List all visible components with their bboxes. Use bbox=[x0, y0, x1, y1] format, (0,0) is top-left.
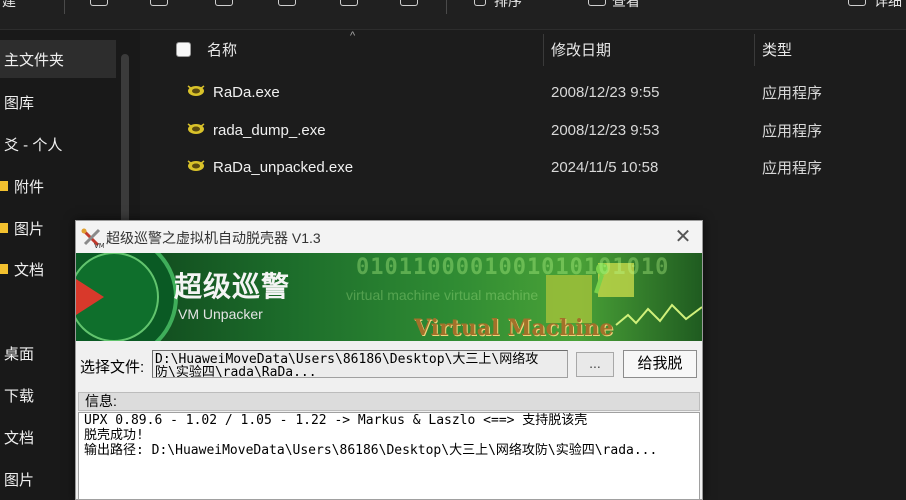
nav-item-label: 爻 - 个人 bbox=[4, 136, 63, 154]
banner-title-cn: 超级巡警 bbox=[174, 270, 291, 303]
info-log[interactable]: UPX 0.89.6 - 1.02 / 1.05 - 1.22 -> Marku… bbox=[78, 412, 700, 500]
exe-file-icon bbox=[187, 123, 205, 134]
nav-item-label: 附件 bbox=[14, 178, 45, 196]
unpacker-dialog: VM 超级巡警之虚拟机自动脱壳器 V1.3 ✕ 0101100001001010… bbox=[75, 220, 703, 500]
unpack-button[interactable]: 给我脱 bbox=[623, 350, 697, 378]
banner-vm-text: Virtual Machine bbox=[414, 315, 614, 341]
dialog-titlebar[interactable]: VM 超级巡警之虚拟机自动脱壳器 V1.3 ✕ bbox=[76, 221, 702, 253]
file-select-label: 选择文件: bbox=[80, 359, 145, 376]
nav-item-label: 图库 bbox=[4, 94, 35, 112]
nav-item-label: 桌面 bbox=[4, 345, 35, 363]
column-separator[interactable] bbox=[754, 34, 755, 66]
view-button-fragment[interactable]: 查看 bbox=[612, 0, 640, 11]
file-row[interactable]: rada_dump_.exe 2008/12/23 9:53 应用程序 bbox=[140, 112, 906, 148]
file-name: rada_dump_.exe bbox=[213, 121, 326, 139]
app-banner: 0101100001001010101010 virtual machine v… bbox=[76, 253, 702, 341]
nav-item-label: 主文件夹 bbox=[4, 51, 65, 69]
view-icon[interactable] bbox=[588, 0, 606, 6]
file-path-input[interactable]: D:\HuaweiMoveData\Users\86186\Desktop\大三… bbox=[152, 350, 568, 378]
copy-icon[interactable] bbox=[150, 0, 168, 6]
sort-icon[interactable] bbox=[474, 0, 486, 6]
file-modified: 2008/12/23 9:55 bbox=[551, 83, 660, 101]
share-icon[interactable] bbox=[340, 0, 358, 6]
file-row[interactable]: RaDa_unpacked.exe 2024/11/5 10:58 应用程序 bbox=[140, 149, 906, 185]
tools-app-icon: VM bbox=[81, 228, 104, 249]
banner-binary-text: 0101100001001010101010 bbox=[356, 255, 670, 280]
folder-icon bbox=[0, 264, 8, 274]
new-button-fragment[interactable]: 建 bbox=[2, 0, 16, 11]
file-name: RaDa_unpacked.exe bbox=[213, 158, 354, 176]
file-modified: 2008/12/23 9:53 bbox=[551, 121, 660, 139]
nav-item-label: 图片 bbox=[4, 471, 35, 489]
column-header-type[interactable]: 类型 bbox=[762, 30, 792, 68]
column-header-name[interactable]: 名称 bbox=[207, 30, 237, 68]
svg-text:VM: VM bbox=[94, 242, 104, 249]
sort-button-fragment[interactable]: 排序 bbox=[494, 0, 522, 11]
file-name: RaDa.exe bbox=[213, 83, 280, 101]
file-type: 应用程序 bbox=[762, 159, 823, 177]
select-all-checkbox[interactable] bbox=[176, 42, 191, 57]
paste-icon[interactable] bbox=[215, 0, 233, 6]
nav-item-label: 文档 bbox=[4, 429, 35, 447]
exe-file-icon bbox=[187, 85, 205, 96]
nav-item-attachments[interactable]: 附件 bbox=[0, 167, 116, 205]
toolbar-separator bbox=[64, 0, 65, 14]
column-header-modified[interactable]: 修改日期 bbox=[551, 30, 611, 68]
close-button[interactable]: ✕ bbox=[670, 224, 696, 250]
explorer-toolbar: 建 排序 查看 详细 bbox=[0, 0, 906, 30]
cut-icon[interactable] bbox=[90, 0, 108, 6]
file-type: 应用程序 bbox=[762, 122, 823, 140]
sort-ascending-icon: ^ bbox=[350, 30, 356, 42]
folder-icon bbox=[0, 223, 8, 233]
column-separator[interactable] bbox=[543, 34, 544, 66]
nav-item-label: 文档 bbox=[14, 261, 45, 279]
banner-title-en: VM Unpacker bbox=[178, 306, 263, 322]
nav-item-label: 下载 bbox=[4, 387, 35, 405]
folder-icon bbox=[0, 181, 8, 191]
file-row[interactable]: RaDa.exe 2008/12/23 9:55 应用程序 bbox=[140, 74, 906, 110]
nav-item-gallery[interactable]: 图库 bbox=[0, 83, 116, 121]
rename-icon[interactable] bbox=[278, 0, 296, 6]
info-header: 信息: bbox=[78, 392, 700, 411]
browse-button[interactable]: ... bbox=[576, 352, 614, 377]
dialog-title: 超级巡警之虚拟机自动脱壳器 V1.3 bbox=[106, 230, 321, 246]
file-modified: 2024/11/5 10:58 bbox=[551, 158, 659, 176]
banner-watermark-text: virtual machine virtual machine bbox=[346, 287, 539, 303]
nav-item-label: 图片 bbox=[14, 220, 45, 238]
toolbar-separator bbox=[446, 0, 447, 14]
file-type: 应用程序 bbox=[762, 84, 823, 102]
nav-item-home[interactable]: 主文件夹 bbox=[0, 40, 116, 78]
delete-icon[interactable] bbox=[400, 0, 418, 6]
nav-item-personal[interactable]: 爻 - 个人 bbox=[0, 125, 116, 163]
exe-file-icon bbox=[187, 160, 205, 171]
details-button-fragment[interactable]: 详细 bbox=[874, 0, 902, 11]
details-pane-icon[interactable] bbox=[848, 0, 866, 6]
